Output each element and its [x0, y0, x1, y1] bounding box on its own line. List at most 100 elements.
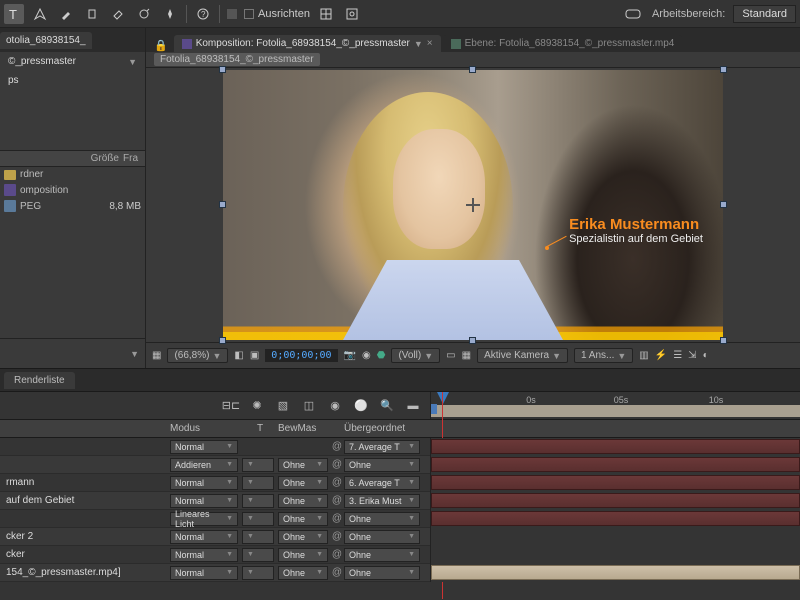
pickwhip-icon[interactable]: @	[330, 513, 344, 524]
layer-bar[interactable]	[431, 565, 800, 580]
blend-mode-dropdown[interactable]: Addieren▼	[170, 458, 238, 472]
comp-flowchart-icon[interactable]: ⇲	[688, 350, 696, 361]
parent-dropdown[interactable]: Ohne▼	[344, 512, 420, 526]
pickwhip-icon[interactable]: @	[330, 495, 344, 506]
selection-handle[interactable]	[720, 201, 727, 208]
playhead[interactable]	[437, 392, 449, 404]
layer-tab[interactable]: Ebene: Fotolia_68938154_©_pressmaster.mp…	[443, 35, 683, 52]
pickwhip-icon[interactable]: @	[330, 549, 344, 560]
size-header[interactable]: Größe	[89, 153, 123, 164]
pickwhip-icon[interactable]: @	[330, 531, 344, 542]
views-dropdown[interactable]: 1 Ans...▼	[574, 348, 633, 363]
timeline-bars[interactable]	[430, 438, 800, 582]
snapshot-icon[interactable]: 📷	[344, 350, 356, 361]
pickwhip-icon[interactable]: @	[330, 477, 344, 488]
timeline-icon[interactable]: ☰	[673, 350, 682, 361]
text-tool[interactable]: T	[4, 4, 24, 24]
layer-bar[interactable]	[431, 475, 800, 490]
parent-dropdown[interactable]: Ohne▼	[344, 566, 420, 580]
workspace-dropdown[interactable]: Standard	[733, 5, 796, 23]
time-ruler[interactable]: 0s 05s 10s	[430, 392, 800, 419]
foreground-swatch[interactable]	[226, 8, 238, 20]
color-mgmt-icon[interactable]: ⬣	[377, 350, 386, 361]
trackmatte-header[interactable]: BewMas	[278, 423, 344, 434]
rotobrush-tool[interactable]	[134, 4, 154, 24]
draft-3d-icon[interactable]: ◉	[326, 397, 344, 415]
selection-handle[interactable]	[219, 337, 226, 344]
motion-blur-icon[interactable]: ✺	[248, 397, 266, 415]
project-row[interactable]: PEG 8,8 MB	[0, 198, 145, 214]
project-row[interactable]: omposition	[0, 182, 145, 198]
align-checkbox[interactable]: Ausrichten	[244, 8, 310, 20]
anchor-point-icon[interactable]	[466, 198, 480, 212]
timecode-display[interactable]: 0;00;00;00	[265, 349, 337, 362]
grid-icon[interactable]: ▦	[152, 350, 161, 361]
blend-mode-dropdown[interactable]: Normal▼	[170, 494, 238, 508]
selection-handle[interactable]	[720, 337, 727, 344]
t-dropdown[interactable]: ▼	[242, 494, 274, 508]
composition-viewer[interactable]: Erika Mustermann Spezialistin auf dem Ge…	[223, 70, 723, 340]
blend-mode-dropdown[interactable]: Normal▼	[170, 566, 238, 580]
mode-header[interactable]: Modus	[170, 423, 242, 434]
selection-handle[interactable]	[469, 66, 476, 73]
t-dropdown[interactable]: ▼	[242, 566, 274, 580]
t-dropdown[interactable]: ▼	[242, 476, 274, 490]
trackmatte-dropdown[interactable]: Ohne▼	[278, 530, 328, 544]
clone-stamp-tool[interactable]	[82, 4, 102, 24]
layer-row[interactable]: 154_©_pressmaster.mp4] Normal▼ ▼ Ohne▼ @…	[0, 564, 430, 582]
t-dropdown[interactable]: ▼	[242, 548, 274, 562]
render-queue-tab[interactable]: Renderliste	[4, 372, 75, 389]
selection-handle[interactable]	[720, 66, 727, 73]
camera-dropdown[interactable]: Aktive Kamera▼	[477, 348, 568, 363]
parent-dropdown[interactable]: 3. Erika Must▼	[344, 494, 420, 508]
shy-icon[interactable]: ⊟⊏	[222, 397, 240, 415]
close-icon[interactable]: ×	[427, 38, 433, 49]
selection-handle[interactable]	[469, 337, 476, 344]
search-icon[interactable]	[624, 4, 644, 24]
pickwhip-icon[interactable]: @	[330, 567, 344, 578]
layer-row[interactable]: rmann Normal▼ ▼ Ohne▼ @ 6. Average T▼	[0, 474, 430, 492]
res-full-icon[interactable]: ▣	[250, 350, 259, 361]
3d-icon[interactable]: ◫	[300, 397, 318, 415]
parent-dropdown[interactable]: Ohne▼	[344, 530, 420, 544]
trackmatte-dropdown[interactable]: Ohne▼	[278, 548, 328, 562]
panel-scroll-icon[interactable]: ▼	[130, 349, 139, 359]
pickwhip-icon[interactable]: @	[330, 441, 344, 452]
blend-mode-dropdown[interactable]: Normal▼	[170, 530, 238, 544]
trackmatte-dropdown[interactable]: Ohne▼	[278, 512, 328, 526]
composition-tab[interactable]: Komposition: Fotolia_68938154_©_pressmas…	[174, 35, 441, 52]
pen-tool[interactable]	[30, 4, 50, 24]
blend-mode-dropdown[interactable]: Normal▼	[170, 548, 238, 562]
parent-dropdown[interactable]: Ohne▼	[344, 458, 420, 472]
comp-mini-icon[interactable]: ▬	[404, 397, 422, 415]
t-dropdown[interactable]: ▼	[242, 458, 274, 472]
layer-row[interactable]: cker Normal▼ ▼ Ohne▼ @ Ohne▼	[0, 546, 430, 564]
trackmatte-t-header[interactable]: T	[242, 423, 278, 434]
pickwhip-icon[interactable]: @	[330, 459, 344, 470]
layer-bar[interactable]	[431, 511, 800, 526]
parent-header[interactable]: Übergeordnet	[344, 423, 430, 434]
layer-bar[interactable]	[431, 457, 800, 472]
frame-header[interactable]: Fra	[123, 153, 141, 164]
exposure-icon[interactable]: ◐	[703, 350, 709, 361]
blend-mode-dropdown[interactable]: Normal▼	[170, 476, 238, 490]
roi-icon[interactable]: ▭	[446, 350, 455, 361]
res-half-icon[interactable]: ◧	[234, 350, 243, 361]
trackmatte-dropdown[interactable]: Ohne▼	[278, 494, 328, 508]
trackmatte-dropdown[interactable]: Ohne▼	[278, 476, 328, 490]
workarea-start[interactable]	[431, 404, 437, 414]
search-icon[interactable]: 🔍	[378, 397, 396, 415]
zoom-dropdown[interactable]: (66,8%)▼	[167, 348, 228, 363]
snap-icon[interactable]	[316, 4, 336, 24]
layer-row[interactable]: Normal▼ @ 7. Average T▼	[0, 438, 430, 456]
layer-bar[interactable]	[431, 439, 800, 454]
layer-row[interactable]: cker 2 Normal▼ ▼ Ohne▼ @ Ohne▼	[0, 528, 430, 546]
fast-preview-icon[interactable]: ⚡	[655, 350, 667, 361]
layer-row[interactable]: auf dem Gebiet Normal▼ ▼ Ohne▼ @ 3. Erik…	[0, 492, 430, 510]
dropdown-arrow-icon[interactable]: ▼	[128, 57, 137, 67]
eraser-tool[interactable]	[108, 4, 128, 24]
t-dropdown[interactable]: ▼	[242, 530, 274, 544]
help-icon[interactable]: ?	[193, 4, 213, 24]
lock-icon[interactable]: 🔒	[150, 39, 172, 52]
show-channel-icon[interactable]: ◉	[362, 350, 371, 361]
